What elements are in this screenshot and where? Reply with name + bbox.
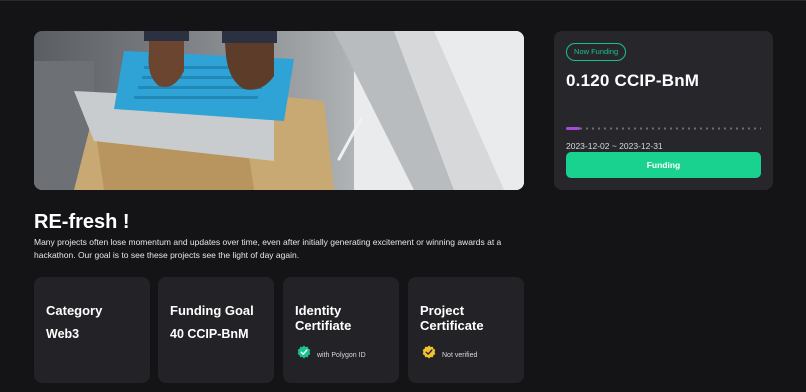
funding-card: Now Funding 0.120 CCIP-BnM 2023-12-02 ~ …	[554, 31, 773, 190]
funding-amount: 0.120 CCIP-BnM	[566, 71, 700, 90]
category-label: Category	[46, 303, 103, 318]
funding-progress-bar	[566, 127, 761, 130]
project-hero-image	[34, 31, 524, 190]
identity-certificate-card: Identity Certifiate with Polygon ID	[283, 277, 399, 383]
funding-goal-card: Funding Goal 40 CCIP-BnM	[158, 277, 274, 383]
yellow-check-icon	[422, 345, 436, 358]
identity-status: with Polygon ID	[297, 344, 366, 359]
funding-goal-value: 40 CCIP-BnM	[170, 327, 249, 341]
project-certificate-label: Project Certificate	[420, 303, 484, 333]
funding-goal-label: Funding Goal	[170, 303, 254, 318]
project-certificate-status-text: Not verified	[442, 352, 478, 359]
green-check-icon	[297, 345, 311, 358]
funding-dates: 2023-12-02 ~ 2023-12-31	[566, 141, 663, 151]
funding-button[interactable]: Funding	[566, 152, 761, 178]
top-divider	[0, 0, 806, 1]
identity-certificate-label: Identity Certifiate	[295, 303, 352, 333]
funding-progress-fill	[566, 127, 580, 130]
project-description: Many projects often lose momentum and up…	[34, 237, 502, 260]
project-certificate-card: Project Certificate Not verified	[408, 277, 524, 383]
project-certificate-status: Not verified	[422, 344, 477, 359]
status-badge: Now Funding	[566, 43, 627, 61]
category-value: Web3	[46, 327, 80, 341]
identity-status-text: with Polygon ID	[317, 352, 366, 359]
category-card: Category Web3	[34, 277, 150, 383]
project-title: RE-fresh !	[34, 211, 130, 233]
